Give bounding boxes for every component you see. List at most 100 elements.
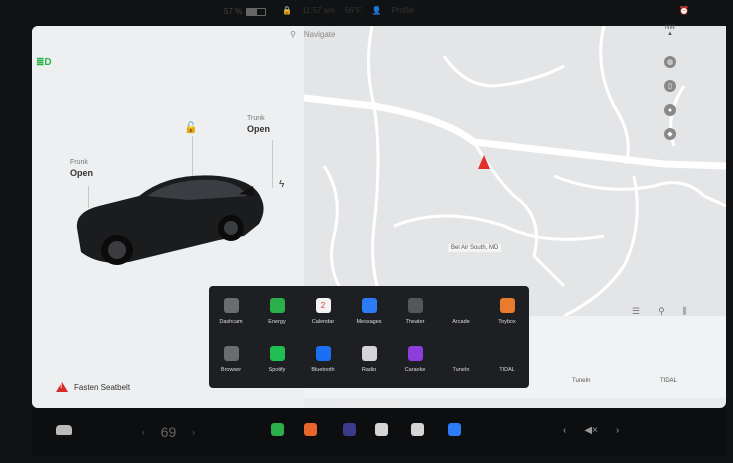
queue-icon[interactable]: ☰ bbox=[632, 306, 640, 317]
trunk-label: Trunk bbox=[247, 115, 265, 122]
pin-icon[interactable]: ● bbox=[664, 104, 676, 116]
tidal-icon bbox=[499, 346, 515, 361]
navigate-search[interactable]: ⚲ Navigate bbox=[290, 30, 335, 39]
toybox-icon[interactable] bbox=[304, 423, 317, 436]
car-image bbox=[76, 175, 264, 265]
phone-icon[interactable] bbox=[271, 423, 284, 436]
arcade-icon bbox=[453, 298, 469, 313]
alarm-icon[interactable]: ⏰ bbox=[679, 6, 689, 15]
app-dashcam[interactable]: Dashcam bbox=[211, 298, 251, 325]
current-location-arrow bbox=[478, 155, 490, 169]
battery-icon bbox=[246, 7, 267, 16]
volume-up-icon[interactable]: › bbox=[616, 425, 619, 436]
app-label: Energy bbox=[268, 319, 286, 325]
app-theater[interactable]: Theater bbox=[395, 298, 435, 325]
volume-down-icon[interactable]: ‹ bbox=[563, 425, 566, 436]
mute-icon[interactable]: ◀× bbox=[584, 425, 598, 436]
search-input[interactable]: Navigate bbox=[304, 30, 336, 39]
headlight-icon: ≣D bbox=[36, 57, 52, 68]
car-icon[interactable] bbox=[56, 425, 72, 435]
trunk-leader-line bbox=[272, 140, 273, 188]
app-radio[interactable]: Radio bbox=[349, 346, 389, 373]
customize-hint: Hold icons to customize bbox=[335, 399, 404, 406]
media-source-tunein[interactable]: TuneIn bbox=[572, 378, 590, 384]
navigation-settings-icon[interactable]: ◆ bbox=[664, 128, 676, 140]
app-label: Dashcam bbox=[219, 319, 243, 325]
messages-icon[interactable] bbox=[448, 423, 461, 436]
globe-icon[interactable]: ◍ bbox=[664, 56, 676, 68]
app-grid: Dashcam Energy 2 Calendar Messages Theater Arc… bbox=[209, 286, 529, 388]
app-label: Theater bbox=[405, 319, 425, 325]
energy-icon bbox=[269, 298, 285, 313]
camera-icon[interactable] bbox=[343, 423, 356, 436]
app-caraoke[interactable]: Caraoke bbox=[395, 346, 435, 373]
battery-percent: 57 % bbox=[224, 7, 243, 16]
volume-controls[interactable]: ‹ ◀× › bbox=[563, 425, 619, 436]
media-search-icon[interactable]: ⚲ bbox=[658, 306, 665, 317]
trunk-control[interactable]: Trunk Open bbox=[247, 115, 270, 134]
climate-temperature[interactable]: ‹ 69 › bbox=[142, 424, 195, 440]
toybox-icon bbox=[499, 298, 515, 313]
radio-icon bbox=[361, 346, 377, 361]
dashcam-icon bbox=[223, 298, 239, 313]
charging-icon[interactable]: ▯ bbox=[664, 80, 676, 92]
app-label: Browser bbox=[220, 367, 242, 373]
app-bluetooth[interactable]: Bluetooth bbox=[303, 346, 343, 373]
app-tunein[interactable]: TuneIn bbox=[441, 346, 481, 373]
app-label: TIDAL bbox=[499, 367, 515, 373]
compass-arrow-icon: ▲ bbox=[667, 31, 673, 37]
app-calendar[interactable]: 2 Calendar bbox=[303, 298, 343, 325]
temp-value: 69 bbox=[160, 424, 177, 440]
app-label: Messages bbox=[356, 319, 382, 325]
app-label: Caraoke bbox=[404, 367, 426, 373]
search-icon: ⚲ bbox=[290, 30, 296, 39]
tunein-icon bbox=[453, 346, 469, 361]
app-toybox[interactable]: Toybox bbox=[487, 298, 527, 325]
app-arcade[interactable]: Arcade bbox=[441, 298, 481, 325]
navigation-map[interactable] bbox=[304, 26, 726, 316]
lock-icon[interactable]: 🔓 bbox=[184, 121, 198, 134]
lock-status-icon[interactable]: 🔒 bbox=[282, 6, 292, 15]
app-messages[interactable]: Messages bbox=[349, 298, 389, 325]
map-location-label: Bel Air South, MD bbox=[448, 244, 502, 252]
media-controls: ☰ ⚲ ⫼ bbox=[632, 306, 687, 317]
temp-down-icon[interactable]: ‹ bbox=[142, 428, 145, 437]
frunk-label: Frunk bbox=[70, 159, 88, 166]
charge-bolt-icon: ϟ bbox=[279, 179, 285, 190]
map-roads bbox=[304, 26, 726, 316]
app-label: Arcade bbox=[452, 319, 470, 325]
outside-temp: 66°F bbox=[344, 6, 362, 15]
seatbelt-alert-text: Fasten Seatbelt bbox=[74, 382, 131, 392]
app-tidal[interactable]: TIDAL bbox=[487, 346, 527, 373]
app-launcher: Dashcam Energy 2 Calendar Messages Theater Arc… bbox=[209, 286, 529, 388]
compass-button[interactable]: NW ▲ bbox=[665, 25, 675, 37]
equalizer-icon[interactable]: ⫼ bbox=[683, 306, 687, 317]
app-label: Calendar bbox=[311, 319, 335, 325]
spotify-icon bbox=[269, 346, 285, 361]
clock: 11:57 am bbox=[301, 6, 335, 15]
app-label: TuneIn bbox=[452, 367, 470, 373]
caraoke-icon bbox=[407, 346, 423, 361]
seatbelt-alert: Fasten Seatbelt bbox=[56, 382, 130, 392]
temp-up-icon[interactable]: › bbox=[192, 428, 195, 437]
close-icon[interactable] bbox=[375, 423, 388, 436]
media-source-tidal[interactable]: TIDAL bbox=[660, 378, 677, 384]
tunein-icon[interactable] bbox=[480, 423, 493, 436]
app-label: Spotify bbox=[268, 367, 286, 373]
battery-indicator: 57 % bbox=[224, 7, 267, 16]
app-label: Radio bbox=[361, 367, 377, 373]
bluetooth-icon bbox=[315, 346, 331, 361]
app-spotify[interactable]: Spotify bbox=[257, 346, 297, 373]
app-energy[interactable]: Energy bbox=[257, 298, 297, 325]
battery-fill bbox=[247, 8, 258, 15]
map-controls: ◍ ▯ ● ◆ bbox=[664, 56, 676, 140]
app-browser[interactable]: Browser bbox=[211, 346, 251, 373]
app-label: Toybox bbox=[498, 319, 516, 325]
trunk-state[interactable]: Open bbox=[247, 124, 270, 134]
profile-button[interactable]: Profile bbox=[392, 6, 415, 15]
app-label: Bluetooth bbox=[311, 367, 335, 373]
radio-icon[interactable] bbox=[411, 423, 424, 436]
profile-icon[interactable]: 👤 bbox=[372, 6, 382, 15]
status-bar: 🔒 11:57 am 66°F 👤 Profile bbox=[282, 6, 414, 15]
theater-icon bbox=[407, 298, 423, 313]
